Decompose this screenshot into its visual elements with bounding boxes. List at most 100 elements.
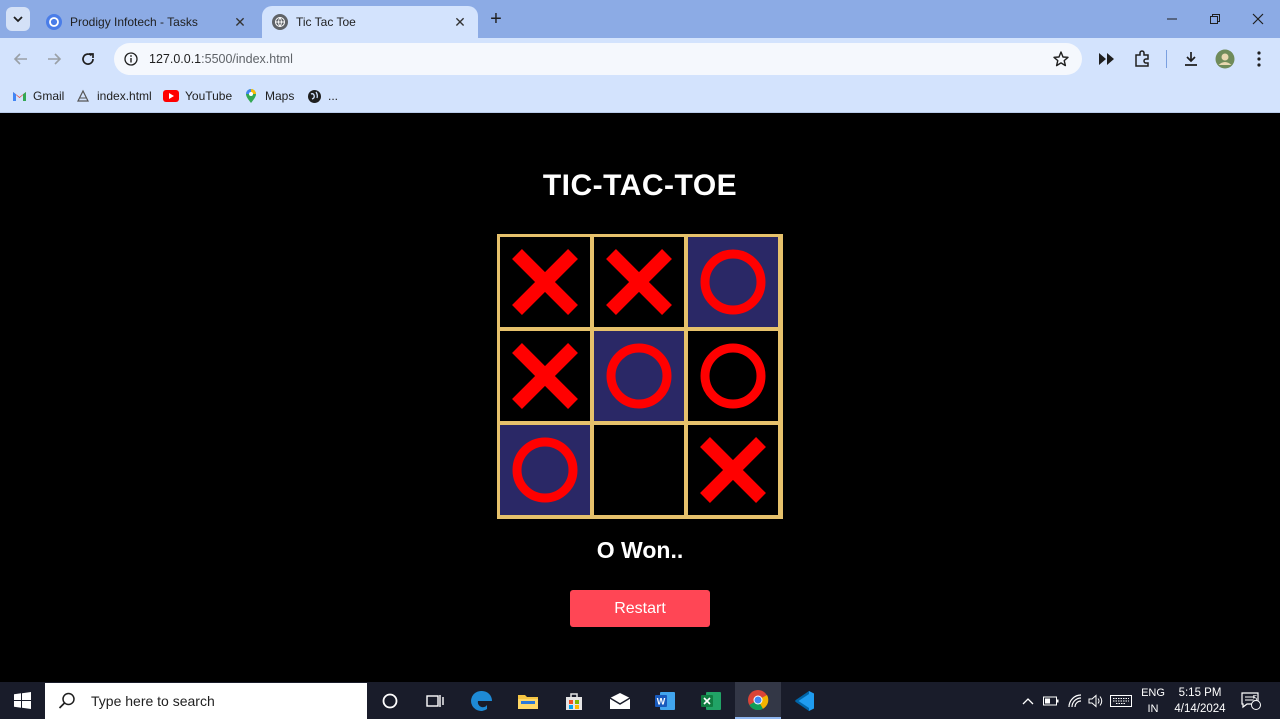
browser-menu-button[interactable]: [1247, 47, 1271, 71]
board-cell[interactable]: [594, 237, 684, 327]
browser-toolbar: 127.0.0.1:5500/index.html: [0, 38, 1280, 80]
show-hidden-icons-button[interactable]: [1018, 682, 1038, 719]
board-cell[interactable]: [688, 331, 778, 421]
o-mark-icon: [606, 343, 672, 409]
reload-button[interactable]: [76, 47, 100, 71]
restore-icon: [1210, 14, 1220, 24]
close-tab-icon[interactable]: ✕: [232, 14, 248, 30]
network-tray-icon[interactable]: [1064, 682, 1086, 719]
excel-icon: [701, 691, 721, 710]
bookmark-more[interactable]: ...: [306, 86, 338, 106]
search-placeholder: Type here to search: [91, 693, 215, 709]
downloads-button[interactable]: [1179, 47, 1203, 71]
cortana-button[interactable]: [367, 682, 413, 719]
input-language[interactable]: ENG IN: [1138, 685, 1168, 717]
keyboard-tray-icon[interactable]: [1108, 682, 1134, 719]
o-mark-icon: [700, 249, 766, 315]
bookmark-index-html[interactable]: index.html: [75, 86, 152, 106]
reload-icon: [82, 53, 94, 65]
board-cell[interactable]: [688, 425, 778, 515]
board-cell[interactable]: [594, 425, 684, 515]
globe-icon: [306, 88, 322, 104]
profile-button[interactable]: [1213, 47, 1237, 71]
taskbar-word[interactable]: W: [642, 682, 688, 719]
taskbar-edge[interactable]: [459, 682, 505, 719]
bookmark-label: index.html: [97, 89, 152, 103]
close-icon: [1252, 13, 1264, 25]
folder-icon: [518, 694, 538, 709]
wifi-icon: [1068, 693, 1082, 707]
arrow-right-icon: [48, 53, 62, 65]
board-cell[interactable]: [500, 425, 590, 515]
task-view-button[interactable]: [412, 682, 458, 719]
taskbar-file-explorer[interactable]: [505, 682, 551, 719]
site-info-icon[interactable]: [120, 48, 142, 70]
taskbar-chrome[interactable]: [735, 682, 781, 719]
puzzle-icon: [1135, 50, 1149, 67]
game-title: TIC-TAC-TOE: [542, 169, 738, 202]
tab-search-button[interactable]: [6, 7, 30, 31]
taskbar-vscode[interactable]: [781, 682, 827, 719]
page-icon: [75, 88, 91, 104]
tab-title: Prodigy Infotech - Tasks: [70, 15, 198, 29]
taskbar-excel[interactable]: [688, 682, 734, 719]
bookmark-gmail[interactable]: Gmail: [11, 86, 64, 106]
chrome-icon: [748, 689, 769, 710]
tab-prodigy-infotech[interactable]: Prodigy Infotech - Tasks ✕: [36, 6, 258, 38]
restart-button[interactable]: Restart: [570, 590, 710, 627]
notification-count: 5: [1252, 694, 1258, 703]
back-button[interactable]: [9, 47, 33, 71]
taskbar-store[interactable]: [551, 682, 597, 719]
board-cell[interactable]: [688, 237, 778, 327]
bookmark-label: ...: [328, 89, 339, 103]
new-tab-button[interactable]: +: [486, 9, 506, 29]
battery-tray-icon[interactable]: [1040, 682, 1062, 719]
minimize-icon: [1167, 18, 1177, 20]
o-mark-icon: [700, 343, 766, 409]
minimize-button[interactable]: [1150, 0, 1194, 38]
kebab-menu-icon: [1257, 51, 1261, 67]
extensions-button[interactable]: [1130, 47, 1154, 71]
board-cell[interactable]: [500, 237, 590, 327]
o-mark-icon: [512, 437, 578, 503]
start-button[interactable]: [0, 682, 45, 719]
bookmark-maps[interactable]: Maps: [243, 86, 294, 106]
taskbar-mail[interactable]: [597, 682, 643, 719]
windows-taskbar: Type here to search W ENG IN 5:15 PM 4/1…: [0, 682, 1280, 719]
url-text: 127.0.0.1:5500/index.html: [149, 52, 293, 66]
forward-button[interactable]: [42, 47, 66, 71]
volume-tray-icon[interactable]: [1086, 682, 1106, 719]
toolbar-separator: [1166, 50, 1167, 68]
url-path: :5500/index.html: [201, 52, 293, 66]
speaker-icon: [1088, 693, 1103, 708]
url-host: 127.0.0.1: [149, 52, 202, 66]
board-cell[interactable]: [594, 331, 684, 421]
close-tab-icon[interactable]: ✕: [452, 14, 468, 30]
tab-strip: Prodigy Infotech - Tasks ✕ Tic Tac Toe ✕…: [0, 0, 1280, 38]
bookmark-label: Gmail: [33, 89, 65, 103]
bookmark-label: YouTube: [185, 89, 233, 103]
bookmark-youtube[interactable]: YouTube: [163, 86, 232, 106]
system-clock[interactable]: 5:15 PM 4/14/2024: [1168, 685, 1232, 717]
chevron-up-icon: [1022, 697, 1034, 704]
edge-icon: [471, 690, 492, 711]
tab-tic-tac-toe[interactable]: Tic Tac Toe ✕: [262, 6, 478, 38]
game-status: O Won..: [596, 537, 684, 563]
board-cell[interactable]: [500, 331, 590, 421]
language-region: IN: [1147, 703, 1159, 715]
windows-logo-icon: [14, 692, 31, 709]
mail-icon: [609, 692, 631, 709]
x-mark-icon: [700, 437, 766, 503]
youtube-icon: [163, 88, 179, 104]
x-mark-icon: [606, 249, 672, 315]
bookmark-star-icon[interactable]: [1052, 50, 1070, 68]
action-center-button[interactable]: 5: [1238, 682, 1264, 719]
svg-text:W: W: [657, 696, 666, 706]
restore-button[interactable]: [1193, 0, 1237, 38]
clock-time: 5:15 PM: [1178, 687, 1222, 699]
close-window-button[interactable]: [1236, 0, 1280, 38]
language-code: ENG: [1141, 687, 1165, 699]
media-controls-button[interactable]: [1095, 47, 1119, 71]
address-bar[interactable]: 127.0.0.1:5500/index.html: [114, 43, 1082, 75]
taskbar-search-box[interactable]: Type here to search: [45, 683, 367, 719]
